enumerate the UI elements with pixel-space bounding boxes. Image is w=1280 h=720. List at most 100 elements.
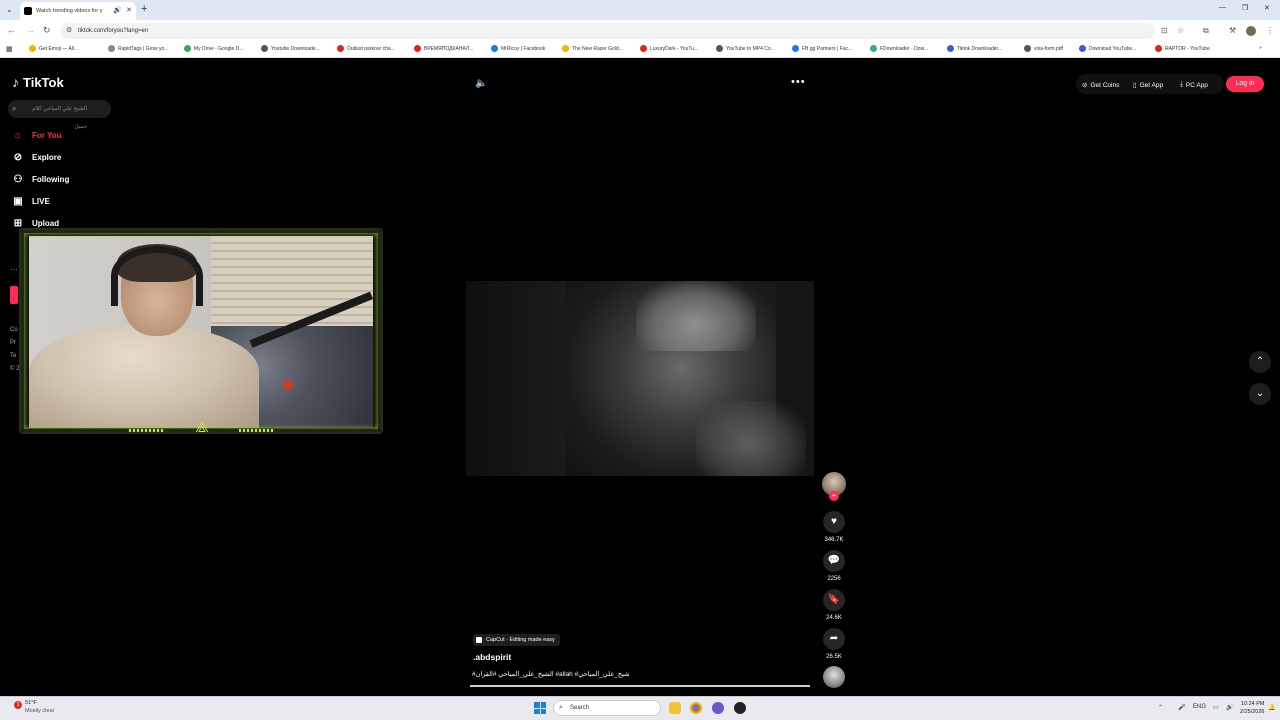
nav-for-you[interactable]: ⌂ For You [12,127,62,143]
bookmark-label: Download YouTube... [1089,45,1137,52]
bookmark-item[interactable]: FDownloader - Dow... [870,45,928,52]
bookmark-item[interactable]: The New Razer Gold... [562,45,623,52]
volume-icon[interactable]: 🔈 [475,78,487,89]
bookmark-favicon-icon [1155,45,1162,52]
previous-video-button[interactable]: ⌃ [1249,351,1271,373]
bookmark-favicon-icon [29,45,36,52]
bookmark-item[interactable]: visa-form.pdf [1024,45,1063,52]
follow-plus-icon[interactable]: + [829,491,839,501]
next-video-button[interactable]: ⌄ [1249,383,1271,405]
video-author[interactable]: .abdspirit [473,652,511,662]
heart-icon: ♥ [831,516,837,527]
login-button-partial[interactable] [10,286,18,304]
pc-app-button[interactable]: ⤓ PC App [1180,77,1208,93]
get-coins-button[interactable]: ⊘ Get Coins [1082,77,1119,93]
bookmark-item[interactable]: My Drive - Google D... [184,45,243,52]
bookmark-label: LuxuryDark - YouTu... [650,45,699,52]
bookmark-item[interactable]: RAPTOR - YouTube [1155,45,1210,52]
reload-icon[interactable]: ↻ [43,25,51,36]
share-button[interactable]: ➦ [823,628,845,650]
search-input[interactable]: ⌕ الشيخ علي المياحي كلام جميل [8,100,111,130]
capcut-label: CapCut · Editing made easy [486,637,555,643]
bookmark-item[interactable]: RapidTags | Grow yo... [108,45,169,52]
footer-link-company[interactable]: Co [10,327,18,333]
get-coins-label: Get Coins [1090,81,1120,89]
profile-avatar[interactable] [1246,26,1256,36]
discord-icon[interactable] [712,702,724,714]
login-button[interactable]: Log in [1226,76,1264,92]
bookmark-favicon-icon [108,45,115,52]
nav-live[interactable]: ▣ LIVE [12,193,50,209]
network-icon[interactable]: ▭ [1213,704,1219,711]
volume-tray-icon[interactable]: 🔊 [1226,704,1233,711]
tab-close-icon[interactable]: ✕ [126,6,132,14]
extensions-icon[interactable]: ⧉ [1203,26,1209,36]
video-frame-headwrap [636,281,756,351]
bookmark-item[interactable]: MrRicoy | Facebook [491,45,545,52]
window-maximize-button[interactable]: ❐ [1242,4,1248,12]
nav-for-you-label: For You [32,130,62,140]
bookmark-label: FB gg Partners | Fac... [802,45,853,52]
video-caption[interactable]: #الشيخ_علي_المياحي #القران #allah #شيخ_ع… [472,670,629,678]
more-options-icon[interactable]: ••• [791,76,806,88]
search-icon[interactable]: ⌕ [12,100,16,118]
bookmark-item[interactable]: FB gg Partners | Fac... [792,45,852,52]
tray-mic-icon[interactable]: 🎤 [1178,704,1185,711]
taskbar-clock[interactable]: 10:24 PM 2/25/2026 [1240,700,1264,716]
video-player[interactable] [466,281,814,476]
address-bar[interactable]: ⚙ tiktok.com/foryou?lang=en [60,23,1155,39]
bookmark-item[interactable]: Outlast parkour cha... [337,45,395,52]
bookmark-item[interactable]: Get Emoji — All... [29,45,78,52]
tiktok-logo-text: TikTok [23,74,64,90]
video-progress-bar[interactable] [470,685,810,687]
nav-following[interactable]: ⚇ Following [12,171,70,187]
bookmark-star-icon[interactable]: ☆ [1177,26,1184,35]
browser-tab-active[interactable]: Watch trending videos for y 🔊 ✕ [20,2,136,20]
bookmark-item[interactable]: LuxuryDark - YouTu... [640,45,698,52]
bookmarks-overflow-icon[interactable]: » [1259,45,1262,51]
nav-live-label: LIVE [32,196,50,206]
file-explorer-icon[interactable] [669,702,681,714]
get-app-button[interactable]: ▯ Get App [1133,77,1163,93]
taskbar-search[interactable]: ⌕ Search [553,700,661,716]
plus-square-icon: ⊞ [13,217,23,229]
app-icon[interactable] [734,702,746,714]
back-arrow-icon[interactable]: ← [7,25,16,35]
tiktok-note-icon: ♪ [12,74,19,90]
sound-disc-avatar[interactable] [823,666,845,688]
language-indicator[interactable]: ENG [1193,704,1206,710]
bookmark-item[interactable]: ВРЕМЯПОДКАНАЛ... [414,45,473,52]
bookmark-item[interactable]: Youtube Downloade... [261,45,320,52]
site-info-icon[interactable]: ⚙ [66,23,72,39]
tab-audio-icon[interactable]: 🔊 [113,6,122,14]
video-progress-fill [470,685,810,687]
bookmark-item[interactable]: YouTube to MP4 Co... [716,45,775,52]
apps-grid-icon[interactable]: ▦ [6,45,13,53]
window-minimize-button[interactable]: — [1219,4,1226,11]
capcut-badge[interactable]: CapCut · Editing made easy [473,634,560,646]
windows-start-icon[interactable] [534,702,546,714]
bookmark-label: Get Emoji — All... [39,45,79,52]
forward-arrow-icon[interactable]: → [26,25,35,35]
install-app-icon[interactable]: ⊡ [1161,26,1168,35]
new-tab-button[interactable]: + [141,3,147,15]
bookmark-favicon-icon [716,45,723,52]
comment-button[interactable]: 💬 [823,550,845,572]
footer-link-program[interactable]: Pr [10,340,16,346]
webcam-frame-deco-right [239,429,275,432]
nav-explore[interactable]: ⊘ Explore [12,149,62,165]
save-button[interactable]: 🔖 [823,589,845,611]
window-close-button[interactable]: ✕ [1264,4,1270,12]
tiktok-logo[interactable]: ♪ TikTok [12,74,64,90]
bookmark-item[interactable]: Download YouTube... [1079,45,1136,52]
tab-search-icon[interactable]: ⌄ [6,5,13,14]
notification-icon[interactable]: 🔔 [1268,704,1275,711]
customize-icon[interactable]: ⚒ [1229,26,1236,35]
bookmark-item[interactable]: Tiktok Downloader... [947,45,1002,52]
more-dots-icon[interactable]: … [10,263,18,272]
browser-menu-icon[interactable]: ⋮ [1266,26,1274,35]
chrome-icon[interactable] [690,702,702,714]
footer-link-terms[interactable]: Te [10,353,16,359]
tray-overflow-icon[interactable]: ⌃ [1158,704,1163,711]
like-button[interactable]: ♥ [823,511,845,533]
